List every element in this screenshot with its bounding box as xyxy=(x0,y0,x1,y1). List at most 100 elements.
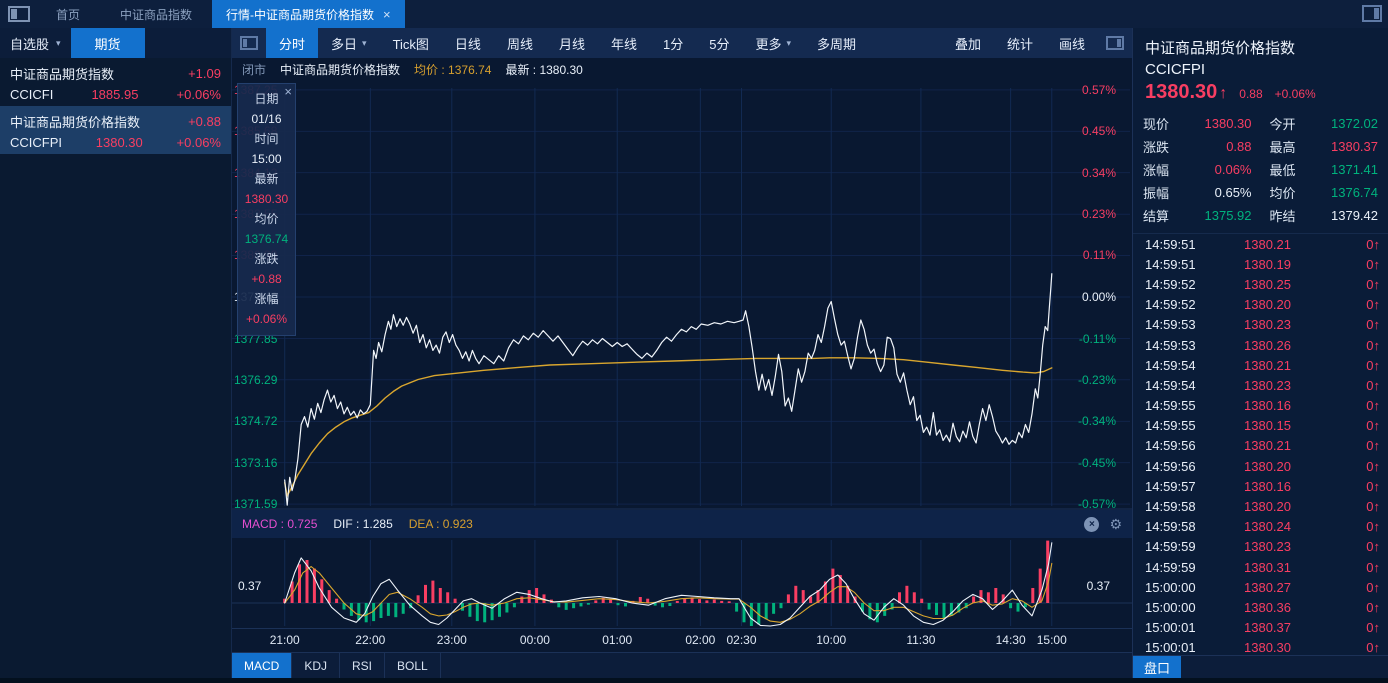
macd-value-segment: DIF : 1.285 xyxy=(333,517,392,531)
close-tab-icon[interactable]: × xyxy=(383,7,391,22)
tick-price: 1380.21 xyxy=(1215,358,1291,373)
instrument-code: CCICFI xyxy=(10,87,53,102)
watchlist-group-label: 自选股 xyxy=(10,34,49,53)
y-axis-label-right: -0.11% xyxy=(1079,332,1116,346)
watchlist-item-CCICFPI[interactable]: 中证商品期货价格指数+0.88 CCICFPI1380.30+0.06% xyxy=(0,106,231,154)
indicator-tab-BOLL[interactable]: BOLL xyxy=(385,653,441,678)
up-arrow-icon: ↑ xyxy=(1374,358,1381,373)
quote-stat-row: 现价1380.30今开1372.02 xyxy=(1133,112,1388,135)
toolbar-button-月线[interactable]: 月线 xyxy=(546,28,598,58)
top-tab-2[interactable]: 行情-中证商品期货价格指数× xyxy=(212,0,405,28)
watchlist-item-row: 中证商品期货价格指数+0.88 xyxy=(10,112,221,131)
toolbar-button-label: 月线 xyxy=(559,34,585,53)
tick-time: 14:59:53 xyxy=(1145,338,1215,353)
toolbar-button-label: 更多 xyxy=(755,34,781,53)
indicator-tab-MACD[interactable]: MACD xyxy=(232,653,292,678)
close-indicator-icon[interactable]: × xyxy=(1084,517,1099,532)
indicator-tab-KDJ[interactable]: KDJ xyxy=(292,653,340,678)
collapse-sidebar-icon[interactable] xyxy=(240,36,258,50)
toolbar-button-多周期[interactable]: 多周期 xyxy=(804,28,869,58)
macd-chart[interactable]: 0.37 0.37 xyxy=(232,538,1132,628)
intraday-chart[interactable]: 1387.251385.681384.121382.551380.991379.… xyxy=(232,80,1132,510)
category-tab-futures[interactable]: 期货 xyxy=(71,28,145,58)
stat-label: 昨结 xyxy=(1270,206,1310,225)
tick-price: 1380.20 xyxy=(1215,297,1291,312)
tick-price: 1380.31 xyxy=(1215,560,1291,575)
up-arrow-icon: ↑ xyxy=(1374,257,1381,272)
tick-price: 1380.26 xyxy=(1215,338,1291,353)
tick-volume: 0↑ xyxy=(1366,237,1380,252)
gear-icon[interactable]: ⚙ xyxy=(1109,517,1122,532)
time-axis-label: 00:00 xyxy=(520,633,550,647)
toolbar-button-Tick图[interactable]: Tick图 xyxy=(380,28,442,58)
top-tab-1[interactable]: 中证商品指数 xyxy=(100,0,212,28)
toolbar-button-分时[interactable]: 分时 xyxy=(266,28,318,58)
up-arrow-icon: ↑ xyxy=(1374,580,1381,595)
tooltip-value: +0.88 xyxy=(238,269,295,289)
price-change: 0.88 xyxy=(1239,87,1262,101)
tick-price: 1380.23 xyxy=(1215,539,1291,554)
tick-time: 15:00:01 xyxy=(1145,620,1215,635)
tick-time: 14:59:52 xyxy=(1145,277,1215,292)
tick-volume: 0↑ xyxy=(1366,640,1380,655)
toolbar-button-统计[interactable]: 统计 xyxy=(994,28,1046,58)
avg-price-readout: 均价 : 1376.74 xyxy=(414,61,491,78)
toolbar-button-更多[interactable]: 更多▾ xyxy=(742,28,804,58)
toolbar-button-label: 日线 xyxy=(455,34,481,53)
toolbar-button-多日[interactable]: 多日▾ xyxy=(318,28,380,58)
tick-row: 14:59:511380.210↑ xyxy=(1133,234,1388,254)
toolbar-button-叠加[interactable]: 叠加 xyxy=(942,28,994,58)
stat-value: 1376.74 xyxy=(1310,185,1379,200)
tick-row: 14:59:541380.210↑ xyxy=(1133,355,1388,375)
tick-volume: 0↑ xyxy=(1366,378,1380,393)
tooltip-label: 涨跌 xyxy=(238,249,295,269)
toolbar-button-年线[interactable]: 年线 xyxy=(598,28,650,58)
instrument-change-pct: +0.06% xyxy=(177,87,221,102)
up-arrow-icon: ↑ xyxy=(1374,640,1381,655)
tooltip-label: 最新 xyxy=(238,169,295,189)
watchlist-group-dropdown[interactable]: 自选股 ▾ xyxy=(0,28,71,58)
up-arrow-icon: ↑ xyxy=(1374,459,1381,474)
tick-list: 14:59:511380.210↑14:59:511380.190↑14:59:… xyxy=(1133,233,1388,658)
window-bottom-edge xyxy=(0,678,1388,683)
toolbar-button-画线[interactable]: 画线 xyxy=(1046,28,1098,58)
y-axis-label-right: -0.57% xyxy=(1078,497,1116,511)
window-panel-icon[interactable] xyxy=(8,6,30,22)
top-tab-0[interactable]: 首页 xyxy=(36,0,100,28)
stat-label: 现价 xyxy=(1143,114,1183,133)
toolbar-button-1分[interactable]: 1分 xyxy=(650,28,696,58)
quote-panel-footer: 盘口 xyxy=(1133,655,1388,678)
y-axis-label-left: 1373.16 xyxy=(234,456,277,470)
tick-time: 14:59:51 xyxy=(1145,237,1215,252)
top-right-panel-icon[interactable] xyxy=(1362,5,1382,22)
tick-row: 14:59:551380.150↑ xyxy=(1133,416,1388,436)
up-arrow-icon: ↑ xyxy=(1374,560,1381,575)
last-price: 1380.30 xyxy=(1145,81,1217,104)
instrument-name: 中证商品期货价格指数 xyxy=(280,61,400,78)
top-tabs: 首页中证商品指数行情-中证商品期货价格指数× xyxy=(36,0,405,28)
tick-row: 15:00:001380.360↑ xyxy=(1133,597,1388,617)
order-book-tab[interactable]: 盘口 xyxy=(1133,656,1181,678)
tick-row: 14:59:561380.200↑ xyxy=(1133,456,1388,476)
time-axis-label: 23:00 xyxy=(437,633,467,647)
toolbar-button-label: 5分 xyxy=(709,34,729,53)
toolbar-button-周线[interactable]: 周线 xyxy=(494,28,546,58)
quote-stats: 现价1380.30今开1372.02涨跌0.88最高1380.37涨幅0.06%… xyxy=(1133,112,1388,227)
up-arrow-icon: ↑ xyxy=(1374,600,1381,615)
tick-time: 14:59:55 xyxy=(1145,418,1215,433)
toolbar-button-日线[interactable]: 日线 xyxy=(442,28,494,58)
indicator-tab-RSI[interactable]: RSI xyxy=(340,653,385,678)
tick-time: 14:59:54 xyxy=(1145,358,1215,373)
watchlist-item-CCICFI[interactable]: 中证商品期货指数+1.09CCICFI1885.95+0.06% xyxy=(0,58,231,106)
watchlist-item-row: CCICFPI1380.30+0.06% xyxy=(10,135,221,150)
tick-price: 1380.24 xyxy=(1215,519,1291,534)
close-icon[interactable]: × xyxy=(284,84,292,99)
tick-row: 14:59:521380.200↑ xyxy=(1133,295,1388,315)
toolbar-button-label: 1分 xyxy=(663,34,683,53)
toolbar-button-5分[interactable]: 5分 xyxy=(696,28,742,58)
chart-toolbar: 分时多日▾Tick图日线周线月线年线 1分 5分更多▾多周期 叠加统计画线 xyxy=(232,28,1132,58)
stat-label: 今开 xyxy=(1270,114,1310,133)
instrument-name: 中证商品期货价格指数 xyxy=(10,112,140,131)
expand-panel-icon[interactable] xyxy=(1106,36,1124,50)
tick-row: 14:59:591380.310↑ xyxy=(1133,557,1388,577)
